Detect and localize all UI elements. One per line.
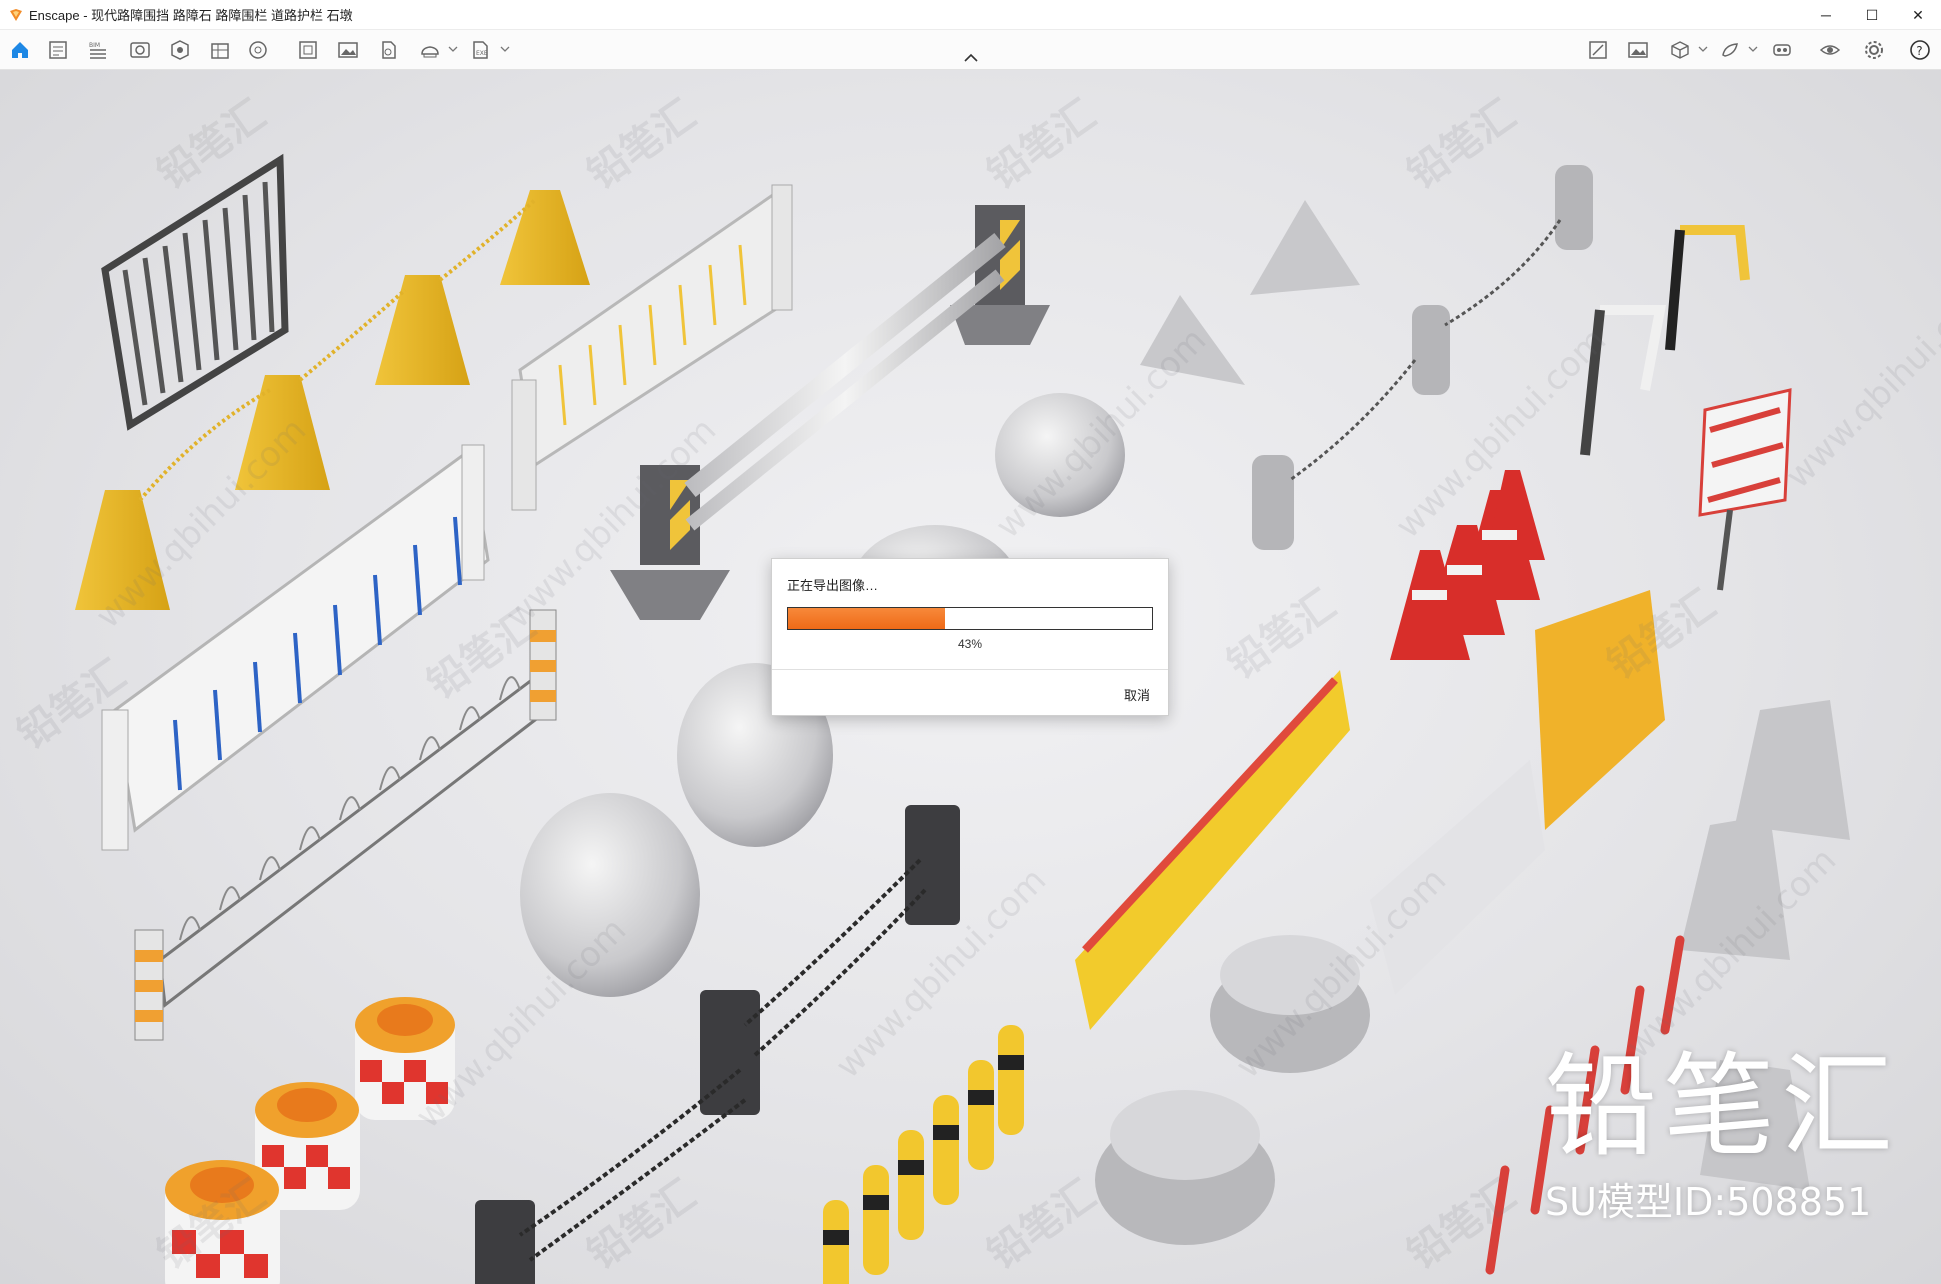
chevron-down-icon[interactable] bbox=[1698, 44, 1708, 54]
panorama-icon[interactable] bbox=[168, 38, 192, 62]
help-icon[interactable]: ? bbox=[1908, 38, 1932, 62]
sync-selection-icon[interactable] bbox=[1668, 38, 1692, 62]
window-title: Enscape - 现代路障围挡 路障石 路障围栏 道路护栏 石墩 bbox=[29, 8, 353, 23]
watermark-text: 铅笔汇 bbox=[579, 1172, 704, 1279]
svg-text:?: ? bbox=[1916, 44, 1922, 58]
home-icon[interactable] bbox=[8, 38, 32, 62]
synchronize-views-icon[interactable] bbox=[1586, 38, 1610, 62]
export-icon[interactable]: EXE bbox=[468, 38, 492, 62]
watermark-text: 铅笔汇 bbox=[979, 1172, 1104, 1279]
svg-text:EXE: EXE bbox=[476, 50, 488, 57]
window-controls: ─ ☐ ✕ bbox=[1803, 0, 1941, 30]
view-management-icon[interactable] bbox=[296, 38, 320, 62]
title-bar: Enscape - 现代路障围挡 路障石 路障围栏 道路护栏 石墩 ─ ☐ ✕ bbox=[0, 0, 1941, 30]
vr-headset-icon[interactable] bbox=[1770, 38, 1794, 62]
dialog-title: 正在导出图像… bbox=[787, 578, 879, 593]
white-blue-guardrail bbox=[101, 444, 490, 851]
export-progress-dialog: 正在导出图像… 43% 取消 bbox=[771, 558, 1169, 716]
watermark-text: 铅笔汇 bbox=[1399, 1172, 1524, 1279]
enscape-toolbar: BIM EXE ? bbox=[0, 30, 1941, 70]
watermark-url: www.qbihui.com bbox=[1778, 270, 1941, 496]
red-white-construction-barrier bbox=[1698, 388, 1792, 591]
general-settings-icon[interactable] bbox=[1862, 38, 1886, 62]
cancel-button[interactable]: 取消 bbox=[1124, 685, 1150, 704]
brand-watermark: 铅笔汇 SU模型ID:508851 bbox=[1545, 1051, 1899, 1226]
watermark-text: 铅笔汇 bbox=[1219, 582, 1344, 689]
render-screenshot-icon[interactable] bbox=[128, 38, 152, 62]
asset-library-icon[interactable] bbox=[46, 38, 70, 62]
progress-percent-label: 43% bbox=[957, 637, 983, 651]
progress-bar-fill bbox=[788, 608, 945, 629]
model-id-label: SU模型ID:508851 bbox=[1545, 1180, 1872, 1224]
chevron-down-icon[interactable] bbox=[448, 44, 458, 54]
live-update-icon[interactable] bbox=[1718, 38, 1742, 62]
watermark-text: 铅笔汇 bbox=[579, 92, 704, 199]
material-editor-icon[interactable] bbox=[246, 38, 270, 62]
capture-icon[interactable] bbox=[1626, 38, 1650, 62]
watermark-text: 铅笔汇 bbox=[979, 92, 1104, 199]
minimize-button[interactable]: ─ bbox=[1803, 0, 1849, 30]
brand-name: 铅笔汇 bbox=[1545, 1042, 1899, 1172]
video-editor-icon[interactable] bbox=[336, 38, 360, 62]
collapse-toolbar-chevron-icon[interactable] bbox=[962, 52, 980, 64]
chevron-down-icon[interactable] bbox=[1748, 44, 1758, 54]
black-metal-fence bbox=[101, 153, 289, 431]
atmosphere-icon[interactable] bbox=[376, 38, 400, 62]
close-button[interactable]: ✕ bbox=[1895, 0, 1941, 30]
bim-icon[interactable] bbox=[208, 38, 232, 62]
enscape-logo-icon bbox=[10, 8, 22, 21]
maximize-button[interactable]: ☐ bbox=[1849, 0, 1895, 30]
chevron-down-icon[interactable] bbox=[500, 44, 510, 54]
dialog-divider bbox=[772, 669, 1168, 670]
upload-icon[interactable] bbox=[418, 38, 442, 62]
watermark-text: 铅笔汇 bbox=[149, 92, 274, 199]
batch-render-icon[interactable]: BIM bbox=[86, 38, 110, 62]
svg-text:BIM: BIM bbox=[89, 42, 100, 49]
visual-settings-icon[interactable] bbox=[1818, 38, 1842, 62]
progress-bar bbox=[787, 607, 1153, 630]
watermark-text: 铅笔汇 bbox=[1399, 92, 1524, 199]
